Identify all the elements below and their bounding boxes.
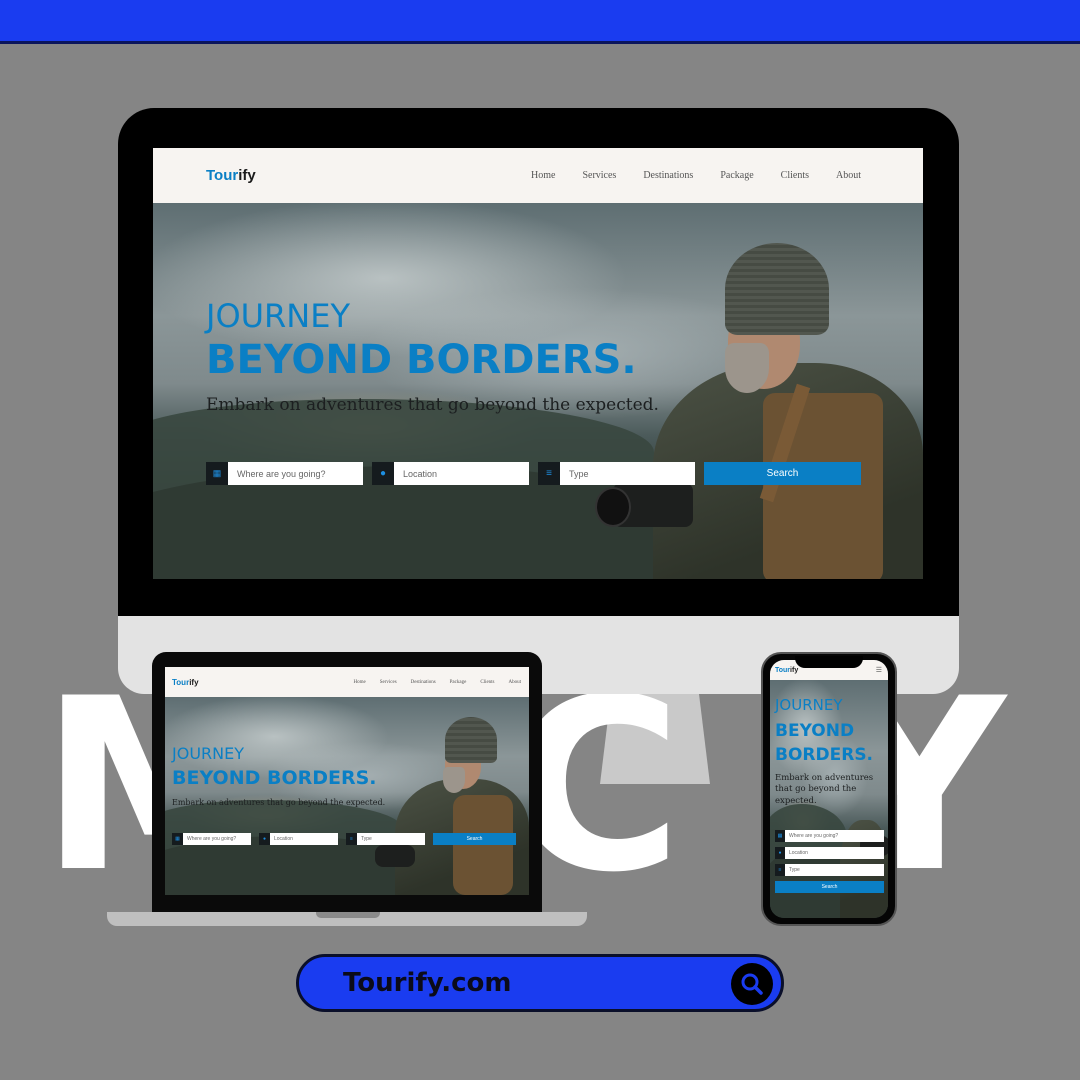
hero-subtitle: Embark on adventures that go beyond the … <box>206 395 659 415</box>
nav-link-services[interactable]: Services <box>582 170 616 181</box>
search-button[interactable]: Search <box>433 833 516 845</box>
desktop-navbar: Tourify Home Services Destinations Packa… <box>153 148 923 203</box>
laptop-nav-links: Home Services Destinations Package Clien… <box>339 680 521 685</box>
type-input[interactable]: Type <box>785 864 884 876</box>
location-field[interactable]: ● Location <box>372 462 529 485</box>
destination-input[interactable]: Where are you going? <box>183 833 251 845</box>
search-button[interactable]: Search <box>775 881 884 893</box>
hero-subtitle: Embark on adventures that go beyond the … <box>172 798 386 807</box>
url-text: Tourify.com <box>343 968 512 998</box>
destination-input[interactable]: Where are you going? <box>228 462 363 485</box>
map-icon: ▦ <box>172 833 183 845</box>
destination-field[interactable]: ▦ Where are you going? <box>172 833 251 845</box>
search-button[interactable]: Search <box>704 462 861 485</box>
hero-subtitle: Embark on adventures that go beyond the … <box>775 773 874 806</box>
location-field[interactable]: ● Location <box>259 833 338 845</box>
list-icon: ≡ <box>538 462 560 485</box>
nav-link-home[interactable]: Home <box>531 170 555 181</box>
list-icon: ≡ <box>346 833 357 845</box>
url-search-bar[interactable]: Tourify.com <box>296 954 784 1012</box>
destination-input[interactable]: Where are you going? <box>785 830 884 842</box>
phone-notch <box>795 656 863 668</box>
phone: Tourify ☰ JOURNEY BEYOND BORDERS. Embark… <box>761 652 897 926</box>
traveler-photo <box>365 717 529 895</box>
hero-title-line2: BEYOND BORDERS. <box>775 721 874 765</box>
nav-link-destinations[interactable]: Destinations <box>411 680 436 685</box>
nav-link-package[interactable]: Package <box>720 170 753 181</box>
desktop-nav-links: Home Services Destinations Package Clien… <box>504 170 861 181</box>
location-input[interactable]: Location <box>394 462 529 485</box>
hamburger-menu-icon[interactable]: ☰ <box>876 666 882 674</box>
hero-title-line1: JOURNEY <box>775 696 843 714</box>
laptop-navbar: Tourify Home Services Destinations Packa… <box>165 667 529 697</box>
search-icon[interactable] <box>731 963 773 1005</box>
location-pin-icon: ● <box>372 462 394 485</box>
nav-link-about[interactable]: About <box>836 170 861 181</box>
phone-hero-image: JOURNEY BEYOND BORDERS. Embark on advent… <box>770 680 888 918</box>
hero-image: JOURNEY BEYOND BORDERS. Embark on advent… <box>153 203 923 579</box>
nav-link-clients[interactable]: Clients <box>781 170 809 181</box>
hero-title-line1: JOURNEY <box>206 297 350 335</box>
destination-field[interactable]: ▦ Where are you going? <box>206 462 363 485</box>
type-field[interactable]: ≡ Type <box>775 864 884 876</box>
type-field[interactable]: ≡ Type <box>538 462 695 485</box>
hero-title-line1: JOURNEY <box>172 744 244 763</box>
map-icon: ▦ <box>206 462 228 485</box>
hero-title-line2: BEYOND BORDERS. <box>206 337 637 383</box>
brand-logo-small[interactable]: Tourify <box>172 678 199 687</box>
laptop-notch <box>316 912 380 918</box>
nav-link-package[interactable]: Package <box>450 680 467 685</box>
type-input[interactable]: Type <box>560 462 695 485</box>
location-pin-icon: ● <box>775 847 785 859</box>
laptop-hero-image: JOURNEY BEYOND BORDERS. Embark on advent… <box>165 697 529 895</box>
nav-link-clients[interactable]: Clients <box>480 680 494 685</box>
destination-field[interactable]: ▦ Where are you going? <box>775 830 884 842</box>
hero-title-line2-wrap: BEYOND BORDERS. <box>775 720 888 768</box>
brand-logo[interactable]: Tourify <box>206 167 256 184</box>
location-input[interactable]: Location <box>785 847 884 859</box>
laptop-site: Tourify Home Services Destinations Packa… <box>165 667 529 895</box>
nav-link-home[interactable]: Home <box>353 680 365 685</box>
nav-link-destinations[interactable]: Destinations <box>643 170 693 181</box>
phone-site: Tourify ☰ JOURNEY BEYOND BORDERS. Embark… <box>770 660 888 918</box>
hero-title-line2: BEYOND BORDERS. <box>172 767 377 789</box>
type-input[interactable]: Type <box>357 833 425 845</box>
type-field[interactable]: ≡ Type <box>346 833 425 845</box>
map-icon: ▦ <box>775 830 785 842</box>
list-icon: ≡ <box>775 864 785 876</box>
desktop-monitor: Tourify Home Services Destinations Packa… <box>118 108 959 616</box>
location-input[interactable]: Location <box>270 833 338 845</box>
location-pin-icon: ● <box>259 833 270 845</box>
location-field[interactable]: ● Location <box>775 847 884 859</box>
nav-link-about[interactable]: About <box>509 680 522 685</box>
laptop: Tourify Home Services Destinations Packa… <box>152 652 542 914</box>
nav-link-services[interactable]: Services <box>380 680 397 685</box>
top-banner <box>0 0 1080 44</box>
desktop-site: Tourify Home Services Destinations Packa… <box>153 148 923 579</box>
brand-logo-phone[interactable]: Tourify <box>775 667 798 674</box>
